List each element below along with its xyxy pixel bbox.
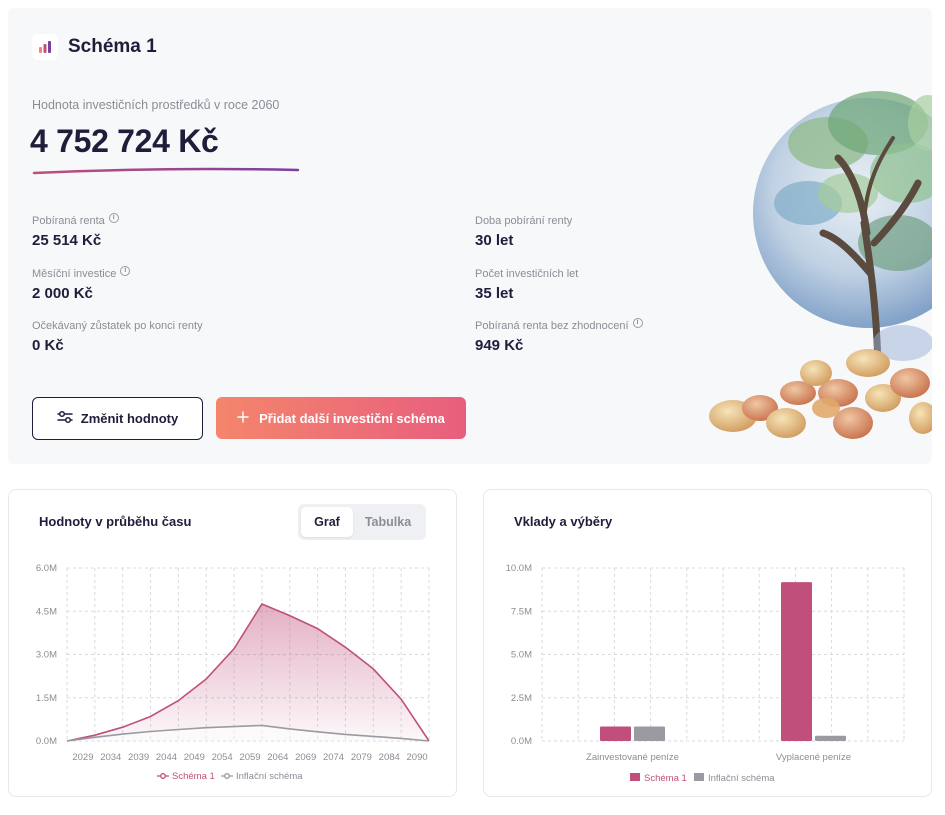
legend-swatch bbox=[694, 773, 704, 781]
y-tick-label: 4.5M bbox=[36, 606, 57, 617]
y-tick-label: 0.0M bbox=[36, 736, 57, 747]
x-tick-label: 2044 bbox=[156, 752, 177, 763]
y-tick-label: 3.0M bbox=[36, 650, 57, 661]
series-area-scheme bbox=[67, 604, 429, 741]
info-icon[interactable]: i bbox=[632, 318, 643, 328]
x-tick-label: 2054 bbox=[212, 752, 233, 763]
sliders-icon bbox=[57, 410, 73, 427]
stat-rent-label: Pobíraná renta bbox=[32, 215, 105, 227]
x-tick-label: 2079 bbox=[351, 752, 372, 763]
x-tick-label: 2039 bbox=[128, 752, 149, 763]
stat-rent-noval-value: 949 Kč bbox=[475, 337, 524, 354]
stat-monthly-label: Měsíční investice bbox=[32, 268, 117, 280]
legend-marker bbox=[224, 773, 230, 779]
legend-swatch bbox=[630, 773, 640, 781]
value-subtitle: Hodnota investičních prostředků v roce 2… bbox=[32, 98, 280, 112]
add-scheme-label: Přidat další investiční schéma bbox=[259, 410, 445, 426]
stat-years: Počet investičních let 35 let bbox=[475, 268, 578, 302]
stat-duration-label: Doba pobírání renty bbox=[475, 215, 573, 227]
x-tick-label: 2059 bbox=[239, 752, 260, 763]
x-category-label: Zainvestované peníze bbox=[586, 752, 679, 763]
x-tick-label: 2034 bbox=[100, 752, 121, 763]
y-tick-label: 10.0M bbox=[506, 563, 532, 574]
y-tick-label: 7.5M bbox=[511, 606, 532, 617]
value-underline bbox=[32, 167, 300, 175]
x-tick-label: 2064 bbox=[267, 752, 288, 763]
stat-remaining-label: Očekávaný zůstatek po konci renty bbox=[32, 320, 203, 332]
stat-monthly: Měsíční investice i 2 000 Kč bbox=[32, 266, 131, 302]
investment-value: 4 752 724 Kč bbox=[30, 123, 219, 159]
stat-duration-value: 30 let bbox=[475, 232, 514, 249]
bar bbox=[815, 735, 846, 741]
stat-remaining-value: 0 Kč bbox=[32, 337, 64, 354]
area-chart: 6.0M 4.5M 3.0M 1.5M 0.0M 2029 2034 2039 2044 2049… bbox=[36, 563, 430, 782]
stat-rent-noval: Pobíraná renta bez zhodnocení i 949 Kč bbox=[475, 318, 643, 354]
info-icon[interactable]: i bbox=[120, 266, 131, 276]
x-tick-label: 2029 bbox=[72, 752, 93, 763]
bar-chart-icon bbox=[32, 34, 58, 60]
x-tick-label: 2074 bbox=[323, 752, 344, 763]
x-tick-label: 2049 bbox=[184, 752, 205, 763]
y-tick-label: 6.0M bbox=[36, 563, 57, 574]
stat-rent-value: 25 514 Kč bbox=[32, 232, 102, 249]
stat-rent: Pobíraná renta i 25 514 Kč bbox=[32, 213, 119, 249]
x-tick-label: 2069 bbox=[295, 752, 316, 763]
plus-icon bbox=[237, 410, 249, 426]
values-over-time-card: Hodnoty v průběhu času Graf Tabulka 6.0M… bbox=[8, 489, 457, 797]
x-tick-label: 2084 bbox=[379, 752, 400, 763]
add-scheme-button[interactable]: Přidat další investiční schéma bbox=[216, 397, 466, 439]
legend-label: Inflační schéma bbox=[708, 773, 775, 784]
tree-coins-illustration bbox=[709, 91, 932, 439]
info-icon[interactable]: i bbox=[108, 213, 119, 223]
stat-years-value: 35 let bbox=[475, 285, 514, 302]
bar bbox=[634, 726, 665, 741]
legend-marker bbox=[160, 773, 166, 779]
x-tick-label: 2090 bbox=[407, 752, 428, 763]
stat-monthly-value: 2 000 Kč bbox=[32, 285, 93, 302]
scheme-header: Schéma 1 bbox=[32, 34, 157, 60]
legend-label: Inflační schéma bbox=[236, 771, 303, 782]
bar-chart: 10.0M 7.5M 5.0M 2.5M 0.0M Zainvestované peníz… bbox=[506, 563, 905, 784]
bar bbox=[600, 726, 631, 741]
stat-rent-noval-label: Pobíraná renta bez zhodnocení bbox=[475, 320, 629, 332]
change-values-label: Změnit hodnoty bbox=[80, 411, 179, 426]
bar bbox=[781, 582, 812, 741]
stat-duration: Doba pobírání renty 30 let bbox=[475, 215, 572, 249]
stat-remaining: Očekávaný zůstatek po konci renty 0 Kč bbox=[32, 320, 203, 354]
legend-label: Schéma 1 bbox=[644, 773, 687, 784]
stat-years-label: Počet investičních let bbox=[475, 268, 579, 280]
change-values-button[interactable]: Změnit hodnoty bbox=[32, 397, 203, 440]
x-category-label: Vyplacené peníze bbox=[776, 752, 851, 763]
scheme-title: Schéma 1 bbox=[68, 36, 157, 57]
y-tick-label: 5.0M bbox=[511, 650, 532, 661]
y-tick-label: 0.0M bbox=[511, 736, 532, 747]
legend-label: Schéma 1 bbox=[172, 771, 215, 782]
deposits-withdrawals-card: Vklady a výběry 10.0M 7.5M 5.0M 2.5M 0.0M Zai… bbox=[483, 489, 932, 797]
y-tick-label: 1.5M bbox=[36, 693, 57, 704]
y-tick-label: 2.5M bbox=[511, 693, 532, 704]
hero-panel: Schéma 1 Hodnota investičních prostředků… bbox=[8, 8, 932, 464]
